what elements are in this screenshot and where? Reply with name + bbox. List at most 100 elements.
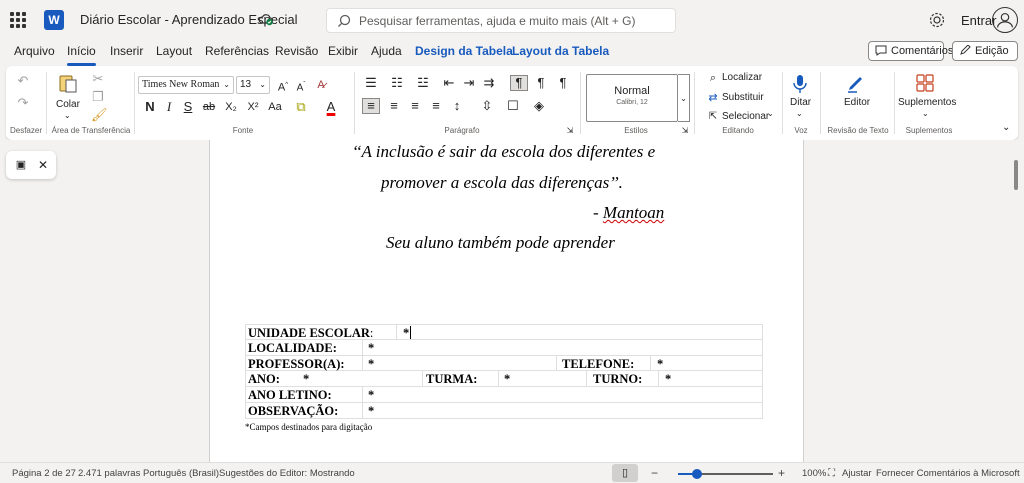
undo-icon[interactable]: ↶ bbox=[16, 74, 30, 88]
line-spacing-icon[interactable]: ↕ bbox=[450, 99, 464, 113]
align-right-icon[interactable]: ≡ bbox=[408, 99, 422, 113]
select-button[interactable]: Selecionar bbox=[722, 111, 769, 122]
font-name-dropdown[interactable]: Times New Roman ⌄ bbox=[138, 76, 234, 94]
justify-icon[interactable]: ≡ bbox=[429, 99, 443, 113]
subscript-icon[interactable]: X₂ bbox=[224, 100, 238, 114]
turno-field[interactable]: * bbox=[665, 371, 671, 387]
tab-design-tabela[interactable]: Design da Tabela bbox=[415, 44, 513, 58]
tab-referencias[interactable]: Referências bbox=[205, 44, 269, 58]
ribbon-expand-icon[interactable]: ⌄ bbox=[1002, 122, 1010, 133]
shrink-font-icon[interactable]: Aˇ bbox=[294, 78, 308, 95]
turma-field[interactable]: * bbox=[504, 371, 510, 387]
feedback-link[interactable]: Fornecer Comentários à Microsoft bbox=[876, 468, 1020, 479]
superscript-icon[interactable]: X² bbox=[246, 100, 260, 114]
copy-icon[interactable]: ❐ bbox=[91, 90, 105, 104]
zoom-level[interactable]: 100% bbox=[802, 468, 826, 479]
select-cursor-icon: ⇱ bbox=[708, 111, 718, 122]
dictate-button[interactable]: Ditar bbox=[790, 97, 811, 108]
print-layout-button[interactable]: ▯ bbox=[612, 464, 638, 482]
localidade-field[interactable]: * bbox=[368, 340, 374, 356]
bullets-icon[interactable]: ☰ bbox=[364, 76, 378, 90]
telefone-field[interactable]: * bbox=[657, 356, 663, 372]
italic-icon[interactable]: I bbox=[162, 100, 176, 114]
professor-field[interactable]: * bbox=[368, 356, 374, 372]
chevron-down-icon[interactable]: ⌄ bbox=[64, 111, 71, 120]
author-name: Mantoan bbox=[602, 203, 665, 222]
vertical-scrollbar[interactable] bbox=[1014, 160, 1018, 190]
search-box[interactable]: Pesquisar ferramentas, ajuda e muito mai… bbox=[326, 8, 676, 33]
bold-icon[interactable]: N bbox=[143, 100, 157, 114]
addins-icon[interactable] bbox=[916, 74, 934, 92]
close-icon[interactable]: ✕ bbox=[36, 158, 50, 172]
replace-button[interactable]: Substituir bbox=[722, 92, 764, 103]
language-status[interactable]: Português (Brasil) bbox=[143, 468, 219, 479]
increase-indent-icon[interactable]: ⇥ bbox=[462, 76, 476, 90]
align-center-icon[interactable]: ≡ bbox=[387, 99, 401, 113]
strikethrough-icon[interactable]: ab bbox=[202, 100, 216, 114]
numbering-icon[interactable]: ☷ bbox=[390, 76, 404, 90]
dialog-launcher-icon[interactable]: ⇲ bbox=[563, 124, 577, 138]
comments-button[interactable]: Comentários bbox=[868, 41, 953, 61]
tab-layout[interactable]: Layout bbox=[156, 44, 192, 58]
borders-icon[interactable]: ☐ bbox=[506, 99, 520, 113]
editor-button[interactable]: Editor bbox=[844, 97, 870, 108]
observacao-field[interactable]: * bbox=[368, 403, 374, 419]
tab-arquivo[interactable]: Arquivo bbox=[14, 44, 55, 58]
zoom-out-button[interactable]: − bbox=[651, 466, 658, 480]
zoom-slider[interactable] bbox=[678, 469, 773, 479]
chevron-down-icon[interactable]: ⌄ bbox=[796, 109, 803, 118]
redo-icon[interactable]: ↷ bbox=[16, 96, 30, 110]
zoom-slider-thumb[interactable] bbox=[692, 469, 702, 479]
tab-inicio[interactable]: Início bbox=[67, 44, 96, 66]
chevron-down-icon[interactable]: ⌄ bbox=[922, 109, 929, 118]
panel-icon[interactable]: ▣ bbox=[14, 158, 28, 172]
editor-icon[interactable] bbox=[846, 74, 866, 94]
document-page[interactable]: ‘‘A inclusão é sair da escola dos difere… bbox=[209, 140, 804, 462]
addins-button[interactable]: Suplementos bbox=[898, 97, 956, 108]
tab-layout-tabela[interactable]: Layout da Tabela bbox=[512, 44, 609, 58]
tab-revisao[interactable]: Revisão bbox=[275, 44, 318, 58]
change-case-icon[interactable]: Aa bbox=[268, 100, 282, 114]
tab-inserir[interactable]: Inserir bbox=[110, 44, 143, 58]
find-button[interactable]: Localizar bbox=[722, 72, 762, 83]
editor-suggestions-status[interactable]: Sugestões do Editor: Mostrando bbox=[219, 468, 355, 479]
zoom-in-button[interactable]: + bbox=[778, 466, 785, 480]
style-normal-button[interactable]: Normal Calibri, 12 bbox=[586, 74, 678, 122]
paste-icon[interactable] bbox=[59, 73, 77, 93]
show-formatting-icon[interactable]: ¶ bbox=[510, 75, 528, 91]
multilevel-list-icon[interactable]: ☳ bbox=[416, 76, 430, 90]
paste-label[interactable]: Colar bbox=[56, 99, 80, 110]
fit-button[interactable]: Ajustar bbox=[842, 468, 872, 479]
app-launcher-icon[interactable] bbox=[10, 12, 26, 28]
editing-mode-button[interactable]: Edição ⌄ bbox=[952, 41, 1018, 74]
unidade-field[interactable]: * bbox=[403, 325, 412, 341]
underline-icon[interactable]: S bbox=[181, 100, 195, 114]
paragraph-spacing-icon[interactable]: ⇳ bbox=[480, 99, 494, 113]
gear-icon[interactable] bbox=[928, 11, 946, 29]
grow-font-icon[interactable]: A^ bbox=[276, 78, 290, 95]
tab-exibir[interactable]: Exibir bbox=[328, 44, 358, 58]
microphone-icon[interactable] bbox=[792, 74, 808, 94]
font-color-icon[interactable]: A bbox=[324, 100, 338, 114]
word-count[interactable]: 2.471 palavras bbox=[78, 468, 140, 479]
shading-icon[interactable]: ◈ bbox=[532, 99, 546, 113]
align-left-icon[interactable]: ≡ bbox=[362, 98, 380, 114]
highlight-icon[interactable]: ⧉ bbox=[294, 100, 308, 114]
decrease-indent-icon[interactable]: ⇤ bbox=[442, 76, 456, 90]
font-size-dropdown[interactable]: 13 ⌄ bbox=[236, 76, 270, 94]
rtl-direction-icon[interactable]: ¶ bbox=[534, 76, 548, 90]
ano-letivo-field[interactable]: * bbox=[368, 387, 374, 403]
account-avatar-icon[interactable] bbox=[992, 7, 1018, 33]
cloud-saved-icon[interactable] bbox=[258, 12, 274, 26]
format-painter-icon[interactable]: 🖌 bbox=[91, 108, 108, 122]
ltr-direction-icon[interactable]: ⇉ bbox=[482, 76, 496, 90]
page-count[interactable]: Página 2 de 27 bbox=[12, 468, 76, 479]
cut-icon[interactable]: ✂ bbox=[91, 72, 105, 86]
dialog-launcher-icon[interactable]: ⇲ bbox=[678, 124, 692, 138]
clear-formatting-icon[interactable]: A̷ bbox=[314, 78, 328, 92]
tab-ajuda[interactable]: Ajuda bbox=[371, 44, 402, 58]
ano-field[interactable]: * bbox=[303, 371, 309, 387]
chevron-down-icon[interactable]: ⌄ bbox=[767, 109, 774, 118]
styles-more-button[interactable]: ⌄ bbox=[678, 74, 690, 122]
pilcrow-icon[interactable]: ¶ bbox=[556, 76, 570, 90]
